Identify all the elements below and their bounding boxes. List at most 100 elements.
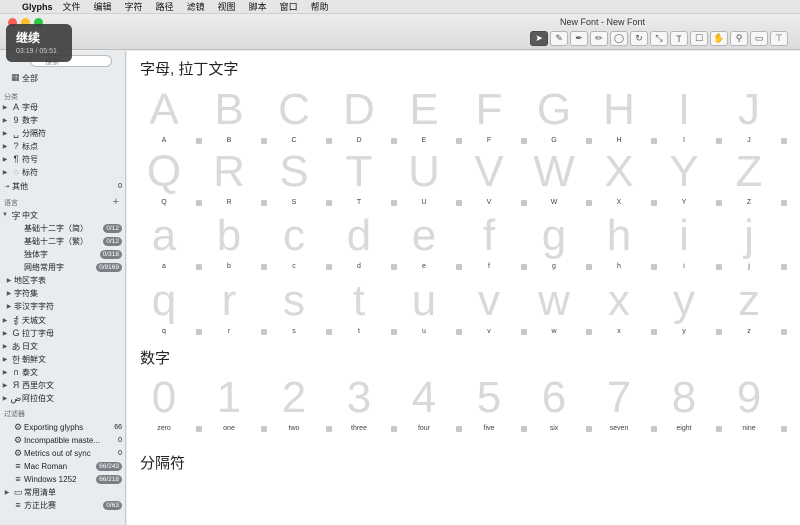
menu-edit[interactable]: 编辑: [94, 0, 112, 13]
disclosure-triangle-icon[interactable]: ▶: [0, 117, 10, 124]
glyph-cell[interactable]: zz: [723, 276, 788, 341]
glyph-cell[interactable]: WW: [528, 147, 593, 212]
ellipse-tool-button[interactable]: ◯: [610, 31, 628, 46]
glyph-cell[interactable]: CC: [268, 85, 333, 150]
color-label-marker[interactable]: [586, 264, 592, 270]
color-label-marker[interactable]: [586, 200, 592, 206]
glyph-cell[interactable]: 0 zero: [138, 373, 203, 438]
color-label-marker[interactable]: [716, 264, 722, 270]
glyph-cell[interactable]: YY: [658, 147, 723, 212]
menu-window[interactable]: 窗口: [280, 0, 298, 13]
glyph-cell[interactable]: qq: [138, 276, 203, 341]
disclosure-triangle-icon[interactable]: ▶: [4, 290, 14, 297]
sidebar-item-other[interactable]: ⇥ 其他 0: [0, 180, 126, 192]
glyph-cell[interactable]: 2 two: [268, 373, 333, 438]
continue-playback-overlay[interactable]: 继续 03:19 / 05:51: [6, 24, 72, 62]
sidebar-item-filter-2[interactable]: ⚙ Metrics out of sync 0: [0, 447, 126, 459]
disclosure-triangle-icon[interactable]: ▶: [0, 356, 10, 363]
color-label-marker[interactable]: [781, 138, 787, 144]
color-label-marker[interactable]: [651, 264, 657, 270]
glyph-cell[interactable]: 7 seven: [593, 373, 658, 438]
sidebar-item-chinese-list-2[interactable]: 独体字 0/318: [0, 248, 126, 260]
disclosure-triangle-icon[interactable]: ▶: [4, 277, 14, 284]
glyph-cell[interactable]: EE: [398, 85, 463, 150]
color-label-marker[interactable]: [261, 200, 267, 206]
glyph-cell[interactable]: ee: [398, 211, 463, 276]
glyph-cell[interactable]: GG: [528, 85, 593, 150]
color-label-marker[interactable]: [586, 138, 592, 144]
sidebar-item-category-0[interactable]: ▶ A 字母: [0, 101, 126, 113]
color-label-marker[interactable]: [261, 329, 267, 335]
color-label-marker[interactable]: [521, 138, 527, 144]
sidebar-item-language-1[interactable]: ▶ G 拉丁字母: [0, 327, 126, 339]
color-label-marker[interactable]: [196, 329, 202, 335]
glyph-cell[interactable]: aa: [138, 211, 203, 276]
color-label-marker[interactable]: [326, 329, 332, 335]
glyph-cell[interactable]: 9 nine: [723, 373, 788, 438]
hand-tool-button[interactable]: ✋: [710, 31, 728, 46]
color-label-marker[interactable]: [456, 329, 462, 335]
measure-tool-button[interactable]: ⊤: [770, 31, 788, 46]
color-label-marker[interactable]: [391, 138, 397, 144]
glyph-cell[interactable]: QQ: [138, 147, 203, 212]
color-label-marker[interactable]: [651, 200, 657, 206]
sidebar-item-language-0[interactable]: ▶ ई 天城文: [0, 314, 126, 326]
glyph-cell[interactable]: 4 four: [398, 373, 463, 438]
glyph-cell[interactable]: vv: [463, 276, 528, 341]
glyph-cell[interactable]: dd: [333, 211, 398, 276]
menu-view[interactable]: 视图: [218, 0, 236, 13]
color-label-marker[interactable]: [781, 329, 787, 335]
sidebar-item-chinese-list-3[interactable]: 网络常用字 0/9169: [0, 261, 126, 273]
annotation-tool-button[interactable]: ☐: [690, 31, 708, 46]
sidebar-item-category-4[interactable]: ▶ ¶ 符号: [0, 153, 126, 165]
color-label-marker[interactable]: [391, 426, 397, 432]
pencil-tool-button[interactable]: ✏: [590, 31, 608, 46]
disclosure-triangle-icon[interactable]: ▶: [4, 303, 14, 310]
glyph-cell[interactable]: AA: [138, 85, 203, 150]
color-label-marker[interactable]: [521, 426, 527, 432]
glyph-cell[interactable]: hh: [593, 211, 658, 276]
sidebar-item-language-4[interactable]: ▶ ก泰文: [0, 366, 126, 378]
color-label-marker[interactable]: [781, 200, 787, 206]
disclosure-triangle-icon[interactable]: ▶: [0, 395, 10, 402]
disclosure-triangle-icon[interactable]: ▶: [0, 169, 10, 176]
menu-filter[interactable]: 滤镜: [187, 0, 205, 13]
sidebar-item-chinese-group-0[interactable]: ▶ 地区字表: [0, 274, 126, 286]
glyph-cell[interactable]: ff: [463, 211, 528, 276]
glyph-cell[interactable]: tt: [333, 276, 398, 341]
color-label-marker[interactable]: [196, 264, 202, 270]
sidebar-item-language-2[interactable]: ▶ あ日文: [0, 340, 126, 352]
disclosure-triangle-icon[interactable]: ▶: [0, 317, 10, 324]
disclosure-triangle-icon[interactable]: ▶: [0, 130, 10, 137]
sidebar-item-chinese-list-1[interactable]: 基础十二字（繁） 0/12: [0, 235, 126, 247]
color-label-marker[interactable]: [781, 426, 787, 432]
sidebar-item-filter-0[interactable]: ⚙ Exporting glyphs 66: [0, 421, 126, 433]
rotate-tool-button[interactable]: ↻: [630, 31, 648, 46]
sidebar-item-language-6[interactable]: ▶ ض 阿拉伯文: [0, 392, 126, 404]
color-label-marker[interactable]: [521, 200, 527, 206]
color-label-marker[interactable]: [456, 426, 462, 432]
glyph-cell[interactable]: XX: [593, 147, 658, 212]
color-label-marker[interactable]: [326, 200, 332, 206]
app-menu[interactable]: Glyphs: [22, 2, 53, 12]
color-label-marker[interactable]: [326, 264, 332, 270]
sidebar-item-filter-6[interactable]: ≡ 方正比赛 0/63: [0, 499, 126, 511]
color-label-marker[interactable]: [261, 426, 267, 432]
glyph-cell[interactable]: gg: [528, 211, 593, 276]
glyph-cell[interactable]: ww: [528, 276, 593, 341]
glyph-cell[interactable]: ZZ: [723, 147, 788, 212]
color-label-marker[interactable]: [716, 426, 722, 432]
sidebar-item-category-1[interactable]: ▶ 9 数字: [0, 114, 126, 126]
glyph-cell[interactable]: rr: [203, 276, 268, 341]
color-label-marker[interactable]: [651, 329, 657, 335]
glyph-cell[interactable]: BB: [203, 85, 268, 150]
sidebar-item-chinese-group-2[interactable]: ▶ 非汉字字符: [0, 300, 126, 312]
glyph-cell[interactable]: HH: [593, 85, 658, 150]
glyph-cell[interactable]: FF: [463, 85, 528, 150]
color-label-marker[interactable]: [651, 426, 657, 432]
glyph-cell[interactable]: 5 five: [463, 373, 528, 438]
disclosure-triangle-icon[interactable]: ▼: [0, 212, 10, 218]
sidebar-item-language-3[interactable]: ▶ 한 朝鲜文: [0, 353, 126, 365]
menu-help[interactable]: 帮助: [311, 0, 329, 13]
disclosure-triangle-icon[interactable]: ▶: [0, 382, 10, 389]
